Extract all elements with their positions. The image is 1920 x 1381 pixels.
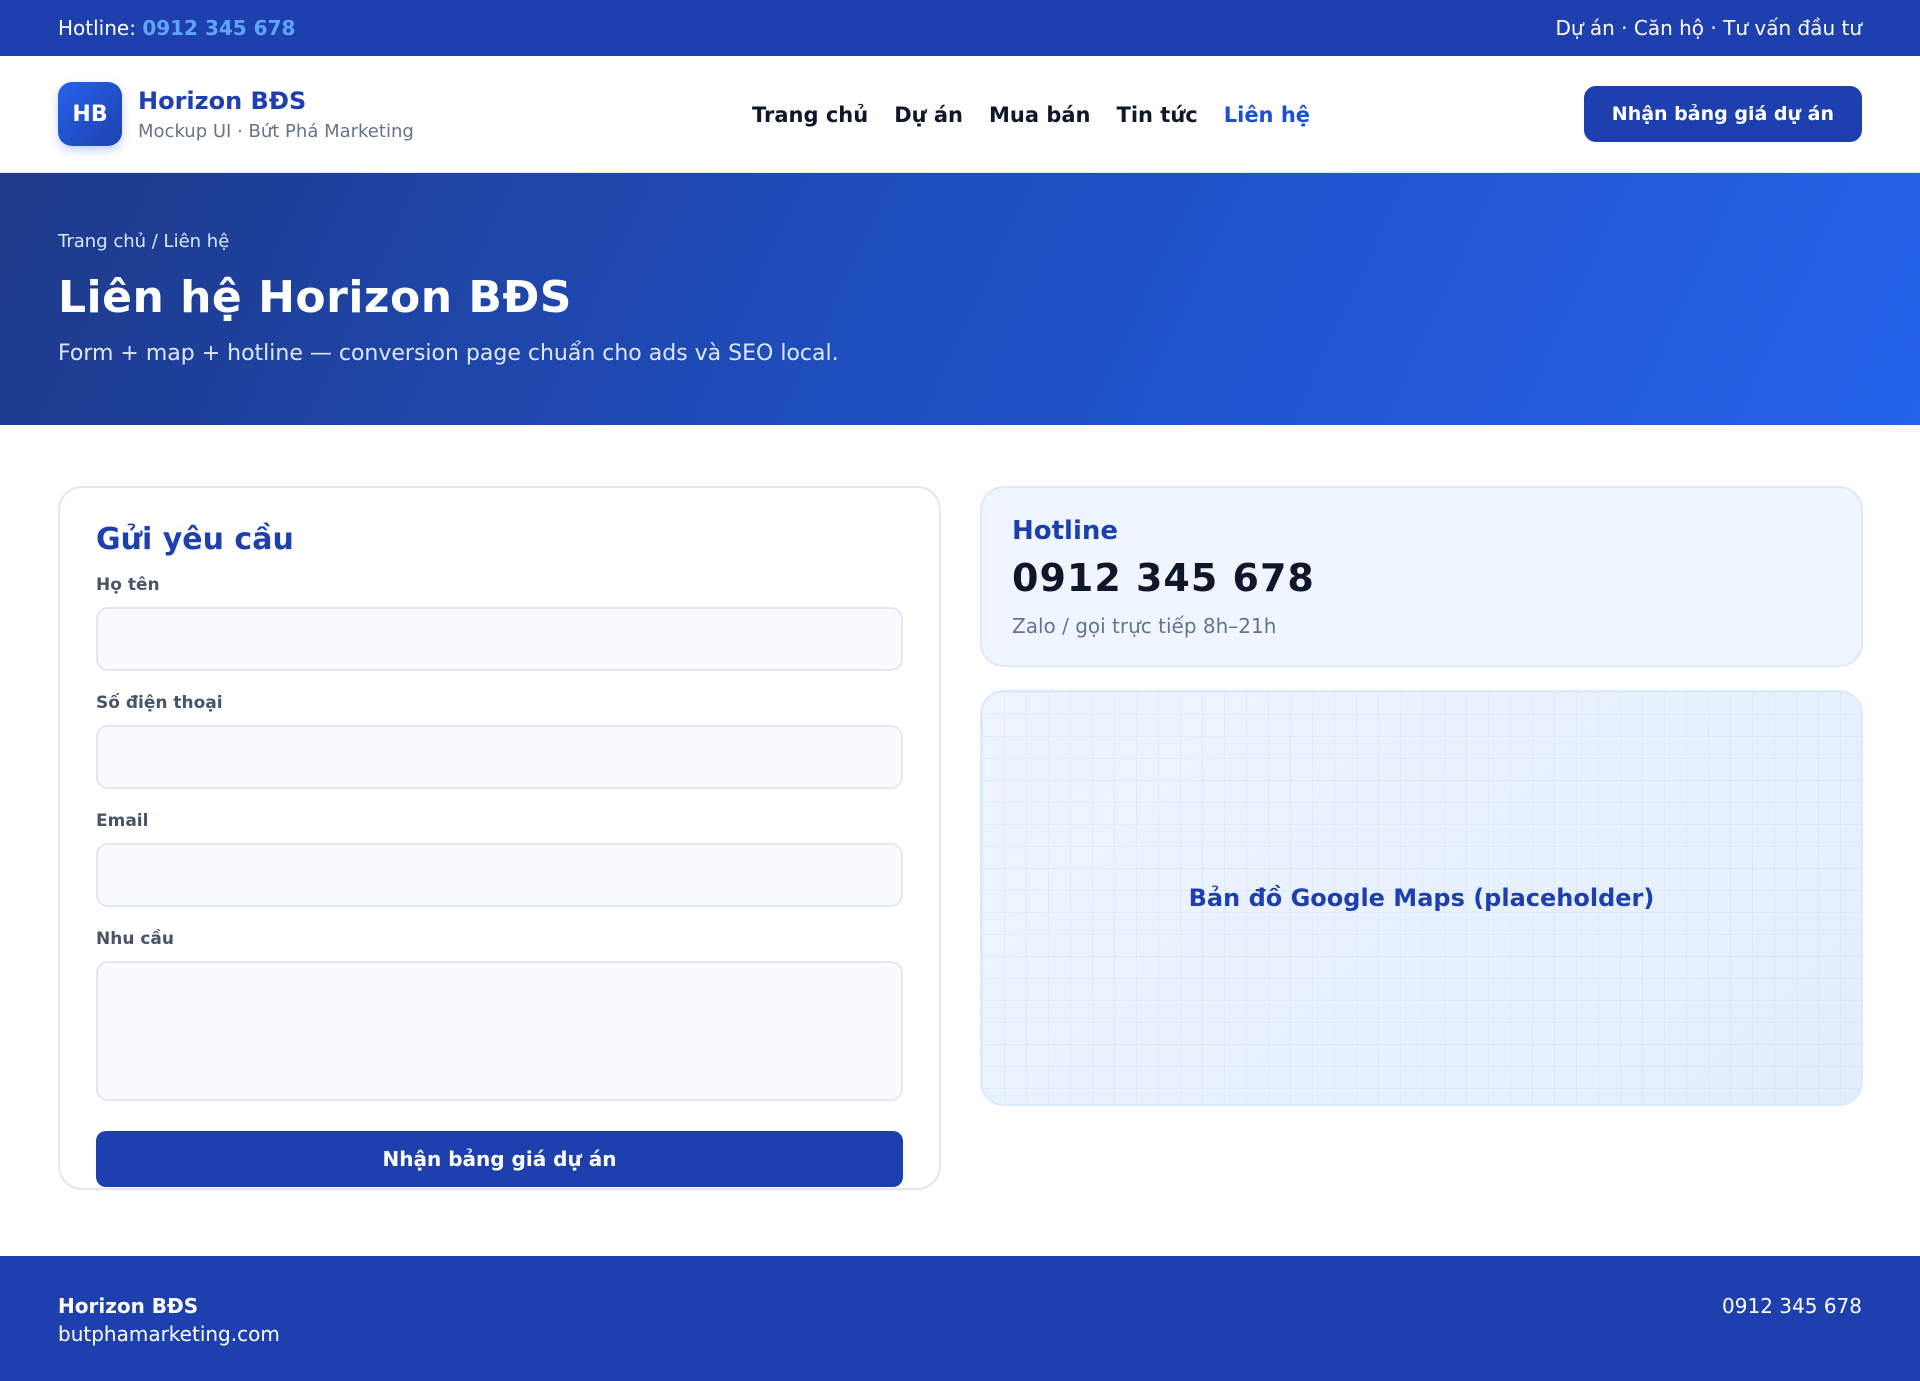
email-field-label: Email (96, 811, 149, 831)
phone-field[interactable] (96, 725, 903, 789)
hero-banner: Trang chủ / Liên hệ Liên hệ Horizon BĐS … (0, 173, 1920, 425)
logo: HB (58, 82, 122, 146)
get-price-list-button[interactable]: Nhận bảng giá dự án (1583, 86, 1862, 142)
hotline-note: Zalo / gọi trực tiếp 8h–21h (1012, 614, 1277, 638)
name-field-label: Họ tên (96, 575, 160, 595)
nav-item-contact[interactable]: Liên hệ (1224, 103, 1310, 127)
nav-item-projects[interactable]: Dự án (894, 103, 963, 127)
page-subtitle: Form + map + hotline — conversion page c… (58, 341, 839, 366)
form-title: Gửi yêu cầu (96, 522, 294, 557)
map-placeholder[interactable]: Bản đồ Google Maps (placeholder) (980, 690, 1863, 1106)
topbar-tagline: Dự án · Căn hộ · Tư vấn đầu tư (1555, 16, 1862, 40)
email-field[interactable] (96, 843, 903, 907)
brand-name: Horizon BĐS (138, 86, 307, 115)
brand[interactable]: HB Horizon BĐS Mockup UI · Bứt Phá Marke… (58, 82, 414, 146)
site-footer: Horizon BĐS butphamarketing.com 0912 345… (0, 1256, 1920, 1381)
nav-item-news[interactable]: Tin tức (1117, 103, 1198, 127)
brand-subtitle: Mockup UI · Bứt Phá Marketing (138, 120, 414, 142)
footer-brand: Horizon BĐS (58, 1294, 199, 1318)
footer-website[interactable]: butphamarketing.com (58, 1322, 280, 1346)
topbar-hotline: Hotline: 0912 345 678 (58, 16, 295, 40)
footer-phone[interactable]: 0912 345 678 (1722, 1294, 1862, 1381)
needs-field-label: Nhu cầu (96, 929, 175, 949)
hotline-number[interactable]: 0912 345 678 (1012, 556, 1831, 600)
submit-button[interactable]: Nhận bảng giá dự án (96, 1131, 903, 1187)
page-title: Liên hệ Horizon BĐS (58, 272, 572, 323)
name-field[interactable] (96, 607, 903, 671)
main-nav: Trang chủ Dự án Mua bán Tin tức Liên hệ (752, 56, 1310, 173)
breadcrumb[interactable]: Trang chủ / Liên hệ (58, 231, 1862, 252)
hotline-card: Hotline 0912 345 678 Zalo / gọi trực tiế… (980, 486, 1863, 667)
topbar-hotline-label: Hotline: (58, 16, 143, 40)
map-label: Bản đồ Google Maps (placeholder) (1188, 884, 1655, 912)
needs-field[interactable] (96, 961, 903, 1101)
phone-field-label: Số điện thoại (96, 693, 223, 713)
nav-item-buy-sell[interactable]: Mua bán (989, 103, 1090, 127)
main-content: Gửi yêu cầu Họ tên Số điện thoại Email N… (0, 425, 1920, 1258)
top-bar: Hotline: 0912 345 678 Dự án · Căn hộ · T… (0, 0, 1920, 56)
site-header: HB Horizon BĐS Mockup UI · Bứt Phá Marke… (0, 56, 1920, 173)
topbar-hotline-number[interactable]: 0912 345 678 (142, 16, 295, 40)
contact-form: Gửi yêu cầu Họ tên Số điện thoại Email N… (58, 486, 941, 1190)
hotline-label: Hotline (1012, 516, 1119, 546)
nav-item-home[interactable]: Trang chủ (752, 103, 868, 127)
